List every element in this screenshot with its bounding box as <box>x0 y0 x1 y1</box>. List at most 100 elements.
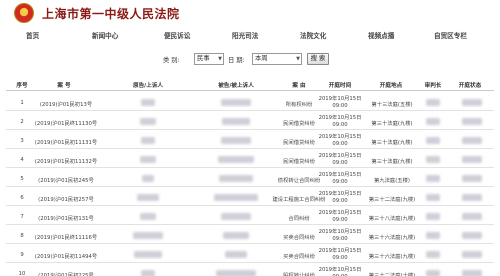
row-number: 7 <box>20 214 24 220</box>
nav-free-trade[interactable]: 自贸区专栏 <box>434 30 467 40</box>
nav-litigation[interactable]: 便民诉讼 <box>164 30 190 40</box>
row-number: 5 <box>20 176 24 182</box>
hearing-date: 2019年10月15日 <box>318 96 362 102</box>
case-number-link[interactable]: (2019)沪01民初257号 <box>38 195 94 203</box>
hearing-date: 2019年10月15日 <box>318 115 362 121</box>
case-number-link[interactable]: (2019)沪01民终11130号 <box>35 119 97 127</box>
row-number: 2 <box>20 119 24 125</box>
hearing-datetime: 2019年10月15日09:00 <box>319 96 362 110</box>
row-number: 4 <box>20 157 24 163</box>
col-date: 开庭时间 <box>328 83 352 89</box>
hearing-datetime: 2019年10月15日09:00 <box>319 267 362 276</box>
redacted-judge <box>426 137 440 144</box>
col-defendant: 被告/被上诉人 <box>218 83 254 89</box>
redacted-plaintiff <box>134 251 162 258</box>
case-cause: 民间借贷纠纷 <box>283 140 315 146</box>
col-case-no: 案 号 <box>57 83 71 89</box>
redacted-status <box>462 137 482 144</box>
case-cause: 所有权纠纷 <box>285 102 313 108</box>
nav-home[interactable]: 首页 <box>26 30 39 40</box>
redacted-defendant <box>218 156 254 163</box>
redacted-plaintiff <box>137 194 159 201</box>
redacted-plaintiff <box>141 137 155 144</box>
redacted-defendant <box>221 99 251 106</box>
table-row[interactable]: 9 (2019)沪01民初11494号 买卖合同纠纷 2019年10月15日 09:00… <box>6 246 494 263</box>
hearing-date: 2019年10月15日 <box>318 134 362 140</box>
table-row[interactable]: 10 (2019)沪01民初225号 股权转让纠纷 2019年10月15日09:00 第… <box>6 265 494 276</box>
nav-open-justice[interactable]: 阳光司法 <box>232 30 258 40</box>
col-judge: 审判长 <box>424 83 442 89</box>
row-number: 10 <box>18 271 26 276</box>
redacted-plaintiff <box>140 118 156 125</box>
date-value: 本周 <box>255 55 268 62</box>
redacted-status <box>462 194 482 201</box>
case-number-link[interactable]: (2019)沪01民初225号 <box>38 271 94 276</box>
category-label: 类 别: <box>163 57 180 64</box>
nav-culture[interactable]: 法院文化 <box>300 30 326 40</box>
hearing-datetime: 2019年10月15日09:00 <box>319 172 362 186</box>
case-number-link[interactable]: (2019)沪01民初131号 <box>38 214 94 222</box>
case-cause: 债权转让合同纠纷 <box>277 178 321 184</box>
case-number-link[interactable]: (2019)沪01民初11131号 <box>35 138 97 146</box>
table-row[interactable]: 8 (2019)沪01民终11116号 买卖合同纠纷 2019年10月15日 09:00… <box>6 227 494 244</box>
redacted-judge <box>426 213 440 220</box>
table-header: 序号 案 号 原告/上诉人 被告/被上诉人 案 由 开庭时间 开庭地点 审判长 … <box>6 79 494 91</box>
nav-news[interactable]: 新闻中心 <box>92 30 118 40</box>
chevron-down-icon: ▼ <box>296 56 300 62</box>
hearing-date: 2019年10月15日 <box>318 267 362 273</box>
date-select[interactable]: 本周 ▼ <box>252 53 302 65</box>
row-number: 8 <box>20 233 24 239</box>
redacted-judge <box>426 118 440 125</box>
case-number-link[interactable]: (2019)沪01民初11132号 <box>35 157 97 165</box>
redacted-defendant <box>222 118 250 125</box>
category-value: 民事 <box>197 55 210 62</box>
case-number-link[interactable]: (2019)沪01民终11116号 <box>35 233 97 241</box>
hearing-room: 第三十二法庭(九楼) <box>368 197 416 203</box>
redacted-judge <box>426 232 440 239</box>
filter-bar: 类 别: 民事 ▼ 日 期: 本周 ▼ 搜 索 <box>0 53 500 67</box>
case-number-link[interactable]: (2019)沪01民初11494号 <box>35 252 97 260</box>
redacted-defendant <box>214 194 258 201</box>
case-cause: 民间借贷纠纷 <box>283 121 315 127</box>
redacted-plaintiff <box>141 270 155 276</box>
hearing-date: 2019年10月15日 <box>318 248 362 254</box>
category-select[interactable]: 民事 ▼ <box>194 53 224 65</box>
row-number: 9 <box>20 252 24 258</box>
redacted-defendant <box>219 175 253 182</box>
redacted-judge <box>426 175 440 182</box>
search-button[interactable]: 搜 索 <box>307 53 329 65</box>
table-row[interactable]: 7 (2019)沪01民初131号 合同纠纷 2019年10月15日 09:00 第三十八… <box>6 208 494 225</box>
table-row[interactable]: 5 (2019)沪01民初245号 债权转让合同纠纷 2019年10月15日 09:00… <box>6 170 494 187</box>
case-cause: 建设工程施工合同纠纷 <box>272 197 326 203</box>
hearing-room: 第九法庭(五楼) <box>374 178 410 184</box>
table-row[interactable]: 6 (2019)沪01民初257号 建设工程施工合同纠纷 2019年10月15日 09:… <box>6 189 494 206</box>
redacted-plaintiff <box>141 99 155 106</box>
redacted-plaintiff <box>142 175 154 182</box>
table-row[interactable]: 2 (2019)沪01民终11130号 民间借贷纠纷 2019年10月15日 09:00… <box>6 113 494 130</box>
table-row[interactable]: 3 (2019)沪01民初11131号 民间借贷纠纷 2019年10月15日 09:00… <box>6 132 494 149</box>
hearing-room: 第三十六法庭(九楼) <box>368 235 416 241</box>
case-number-link[interactable]: (2019)沪01民初13号 <box>40 100 92 108</box>
hearing-datetime: 2019年10月15日09:00 <box>319 134 362 148</box>
table-row[interactable]: 4 (2019)沪01民初11132号 民间借贷纠纷 2019年10月15日 09:00… <box>6 151 494 168</box>
court-emblem-icon: ★ <box>14 3 34 23</box>
table-row[interactable]: 1 (2019)沪01民初13号 所有权纠纷 2019年10月15日 09:00 第十三法… <box>6 94 494 111</box>
redacted-defendant <box>221 137 251 144</box>
site-header: ★ 上海市第一中级人民法院 <box>0 0 500 26</box>
case-cause: 股权转让纠纷 <box>283 273 315 276</box>
redacted-defendant <box>221 213 251 220</box>
hearing-time: 09:00 <box>332 122 348 128</box>
col-plaintiff: 原告/上诉人 <box>132 83 164 89</box>
hearing-date: 2019年10月15日 <box>318 172 362 178</box>
hearing-room: 第十三法庭(五楼) <box>371 102 413 108</box>
hearing-datetime: 2019年10月15日09:00 <box>319 229 362 243</box>
redacted-status <box>462 175 482 182</box>
date-label: 日 期: <box>228 57 245 64</box>
nav-video[interactable]: 视频点播 <box>368 30 394 40</box>
row-number: 3 <box>20 138 24 144</box>
chevron-down-icon: ▼ <box>218 56 222 62</box>
case-number-link[interactable]: (2019)沪01民初245号 <box>38 176 94 184</box>
hearing-date: 2019年10月15日 <box>318 210 362 216</box>
case-cause: 买卖合同纠纷 <box>283 235 315 241</box>
hearing-datetime: 2019年10月15日09:00 <box>319 153 362 167</box>
